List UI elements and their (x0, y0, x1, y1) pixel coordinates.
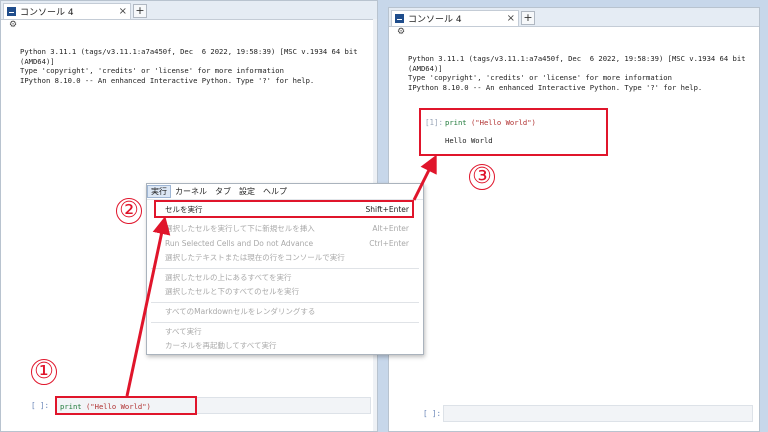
left-input-prompt: [ ]: (31, 401, 50, 410)
highlight-output (419, 108, 608, 156)
close-icon[interactable]: × (507, 13, 515, 24)
left-console-tab[interactable]: コンソール 4 × (3, 3, 131, 19)
menu-item-label: Run Selected Cells and Do not Advance (165, 239, 314, 248)
menu-item-label: 選択したテキストまたは現在の行をコンソールで実行 (165, 253, 345, 262)
menu-item-run-and-insert[interactable]: 選択したセルを実行して下に新規セルを挿入 Alt+Enter (147, 221, 423, 236)
right-console-tab[interactable]: コンソール 4 × (391, 10, 519, 26)
highlight-input-code (55, 396, 197, 415)
menu-help[interactable]: ヘルプ (259, 186, 291, 197)
left-console-banner: Python 3.11.1 (tags/v3.11.1:a7a450f, Dec… (20, 47, 358, 85)
right-tab-label: コンソール 4 (408, 15, 462, 25)
menu-separator (151, 322, 419, 323)
menu-run[interactable]: 実行 (147, 185, 171, 198)
step-2-badge: ② (116, 198, 142, 224)
menu-item-run-above[interactable]: 選択したセルの上にあるすべてを実行 (147, 270, 423, 285)
right-console-banner: Python 3.11.1 (tags/v3.11.1:a7a450f, Dec… (408, 54, 746, 92)
right-input-field[interactable] (443, 405, 753, 422)
gear-icon[interactable]: ⚙ (9, 20, 17, 30)
add-tab-button[interactable]: + (133, 4, 147, 18)
right-input-prompt: [ ]: (423, 409, 442, 418)
menu-tab[interactable]: タブ (211, 186, 235, 197)
menu-item-label: 選択したセルの上にあるすべてを実行 (165, 273, 292, 282)
menu-item-label: すべて実行 (165, 327, 202, 336)
close-icon[interactable]: × (119, 6, 127, 17)
menu-item-restart-run-all[interactable]: カーネルを再起動してすべて実行 (147, 338, 423, 353)
menu-separator (151, 302, 419, 303)
gear-icon[interactable]: ⚙ (397, 27, 405, 37)
menu-item-label: 選択したセルを実行して下に新規セルを挿入 (165, 224, 315, 233)
add-tab-button[interactable]: + (521, 11, 535, 25)
menu-separator (151, 268, 419, 269)
left-tab-bar: コンソール 4 × + (1, 1, 377, 20)
menu-item-label: カーネルを再起動してすべて実行 (165, 341, 277, 350)
menu-item-render-markdown[interactable]: すべてのMarkdownセルをレンダリングする (147, 304, 423, 319)
menu-item-run-below[interactable]: 選択したセルと下のすべてのセルを実行 (147, 284, 423, 299)
menu-kernel[interactable]: カーネル (171, 186, 211, 197)
menu-item-label: 選択したセルと下のすべてのセルを実行 (165, 287, 300, 296)
step-1-badge: ① (31, 359, 57, 385)
step-3-badge: ③ (469, 164, 495, 190)
menu-item-run-selection-in-console[interactable]: 選択したテキストまたは現在の行をコンソールで実行 (147, 250, 423, 265)
console-icon (7, 7, 16, 16)
console-icon (395, 14, 404, 23)
menu-settings[interactable]: 設定 (235, 186, 259, 197)
menu-item-run-no-advance[interactable]: Run Selected Cells and Do not Advance Ct… (147, 236, 423, 251)
menu-bar: 実行 カーネル タブ 設定 ヘルプ (147, 184, 423, 200)
menu-item-label: すべてのMarkdownセルをレンダリングする (165, 307, 316, 316)
menu-item-shortcut: Ctrl+Enter (369, 239, 409, 248)
highlight-run-cell-item (154, 200, 414, 218)
left-tab-label: コンソール 4 (20, 8, 74, 18)
menu-item-shortcut: Alt+Enter (372, 224, 409, 233)
right-console-pane: コンソール 4 × + ⚙ Python 3.11.1 (tags/v3.11.… (388, 7, 760, 432)
menu-item-run-all[interactable]: すべて実行 (147, 324, 423, 339)
right-tab-bar: コンソール 4 × + (389, 8, 759, 27)
